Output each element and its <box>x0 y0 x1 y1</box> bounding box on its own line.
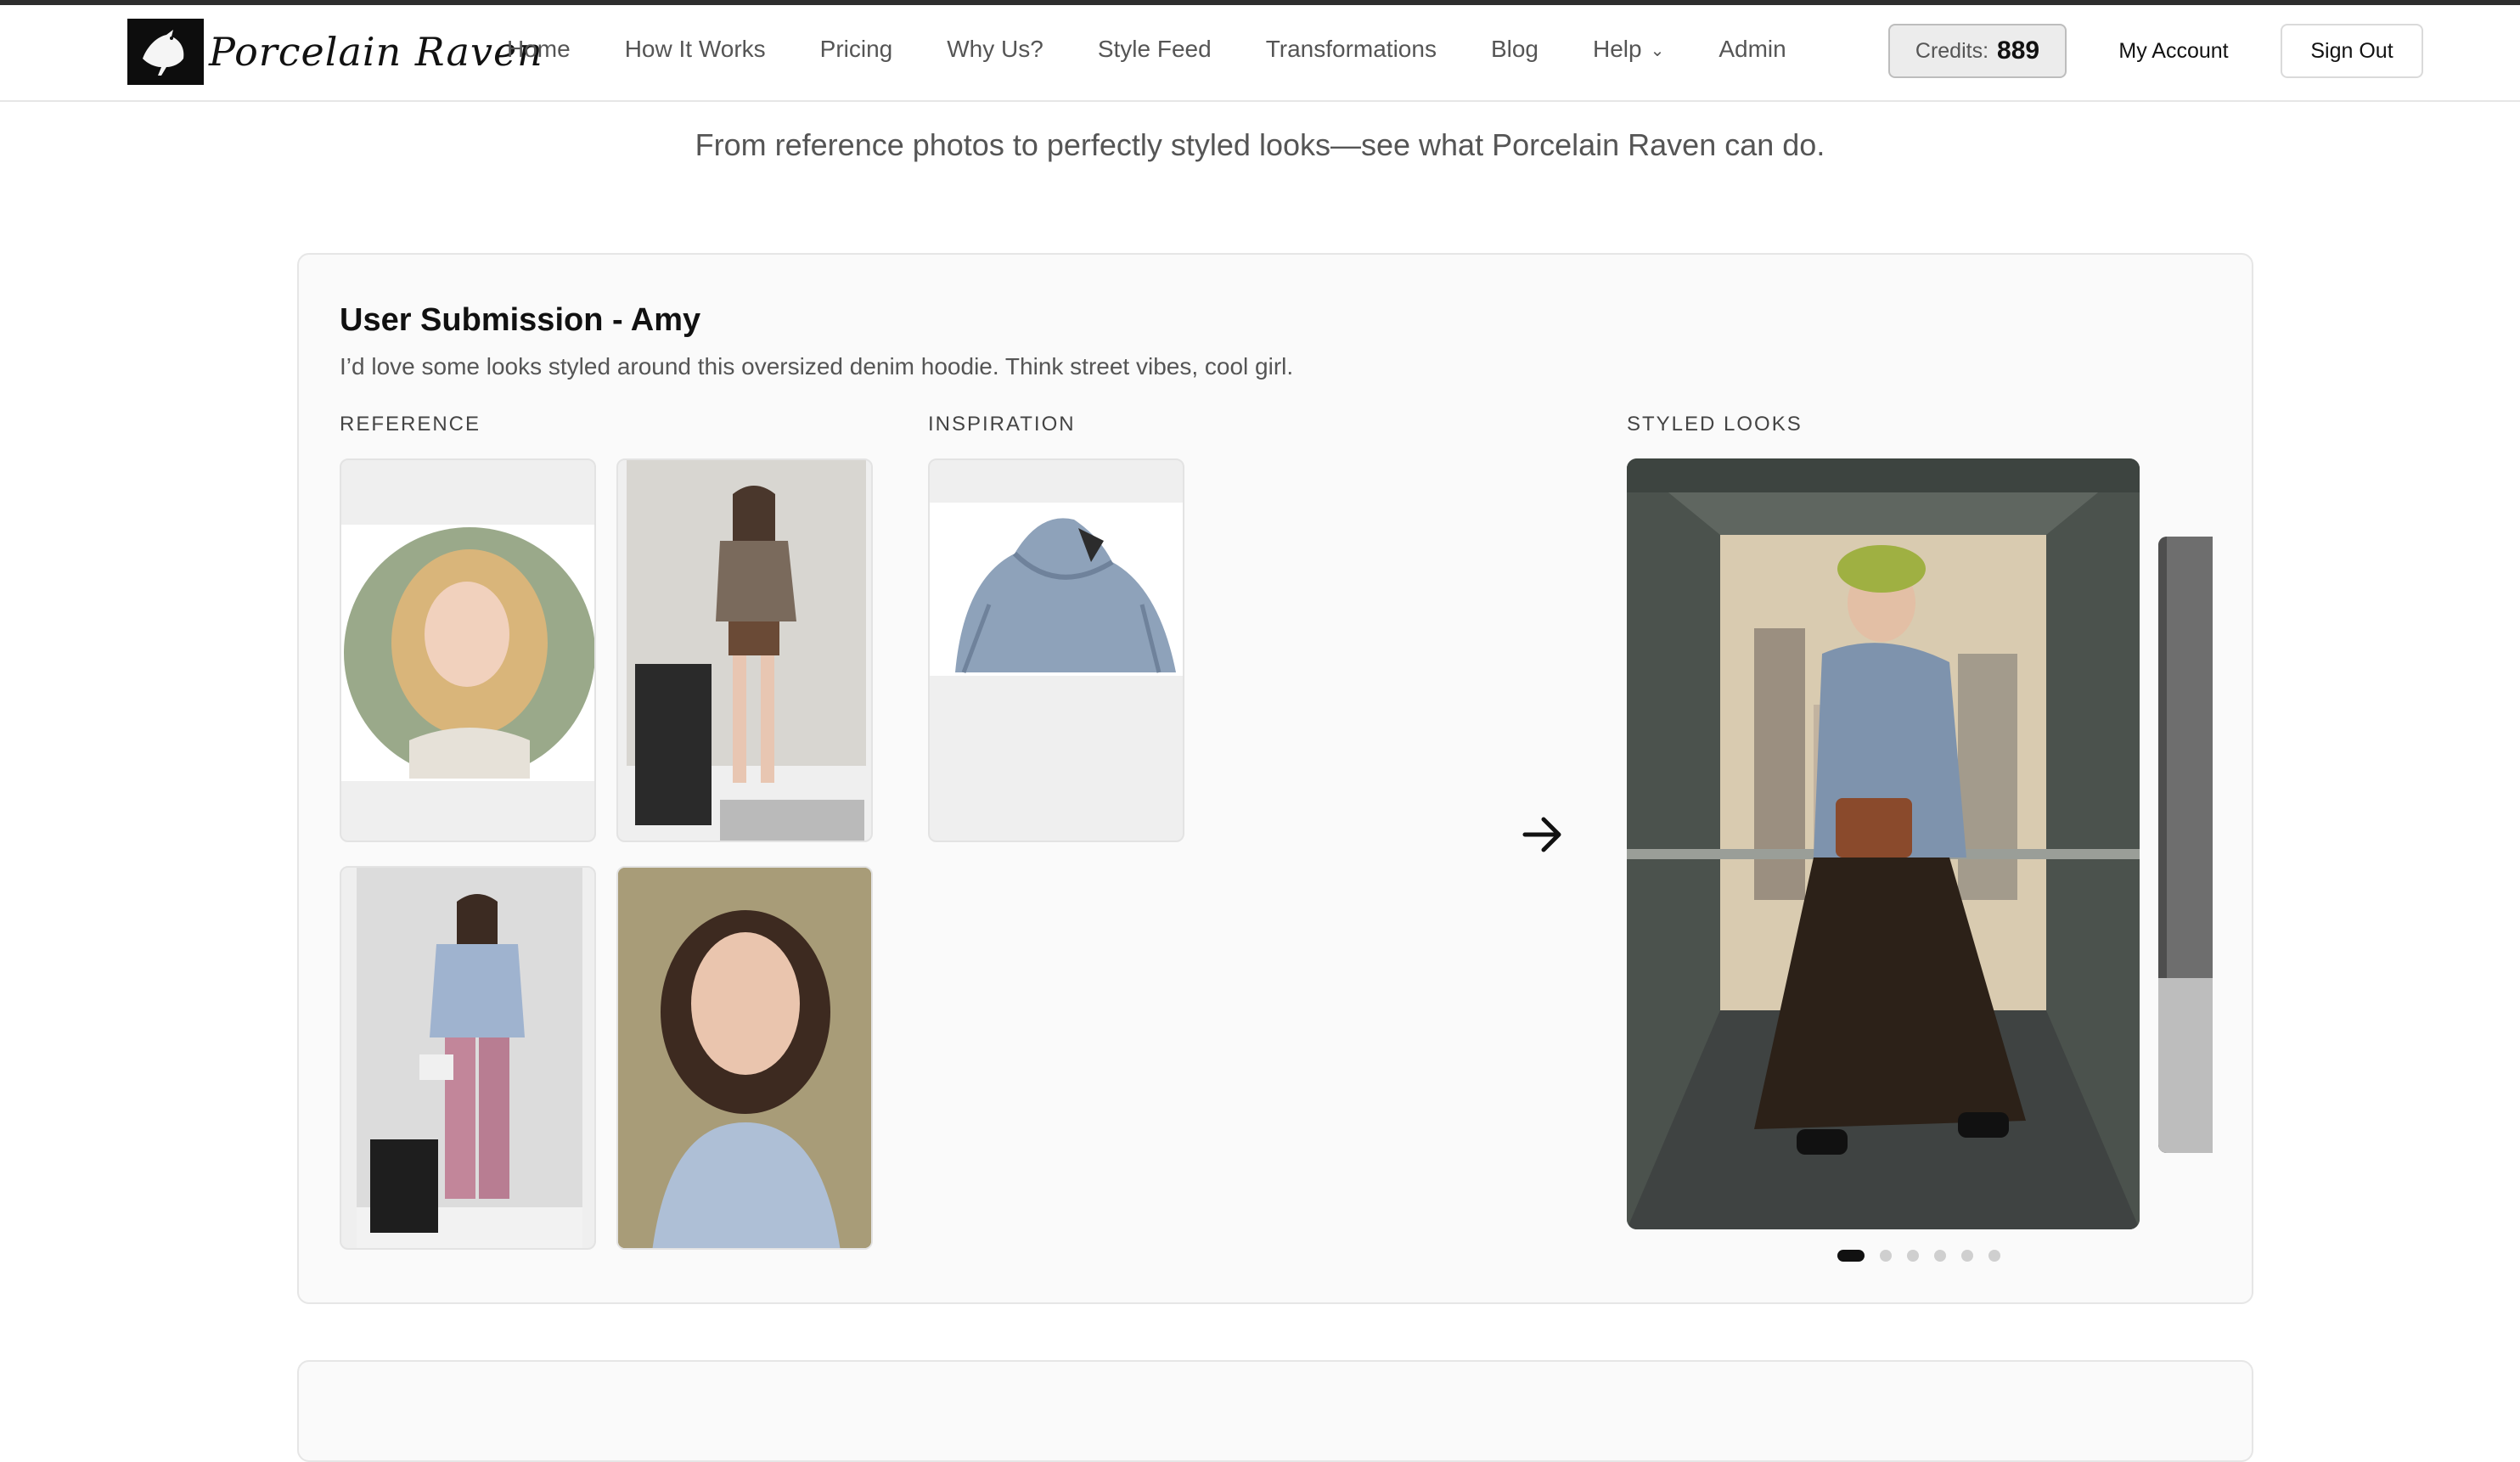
reference-photo-4[interactable] <box>616 866 873 1250</box>
carousel-dot-5[interactable] <box>1961 1250 1973 1262</box>
nav-style-feed[interactable]: Style Feed <box>1098 36 1212 63</box>
arrow-right-icon <box>1522 817 1561 852</box>
submission-description: I’d love some looks styled around this o… <box>340 353 1294 380</box>
reference-label: REFERENCE <box>340 413 481 436</box>
carousel-dot-1[interactable] <box>1837 1250 1865 1262</box>
sign-out-button[interactable]: Sign Out <box>2281 24 2423 78</box>
carousel-dot-3[interactable] <box>1907 1250 1919 1262</box>
my-account-button[interactable]: My Account <box>2097 24 2250 78</box>
styled-looks-label: STYLED LOOKS <box>1627 413 1803 436</box>
nav-why-us[interactable]: Why Us? <box>947 36 1043 63</box>
brand-logo[interactable]: Porcelain Raven <box>127 19 543 85</box>
raven-logo-icon <box>127 19 204 85</box>
reference-photo-1[interactable] <box>340 458 596 842</box>
nav-help[interactable]: Help ⌄ <box>1593 36 1664 63</box>
carousel-dot-4[interactable] <box>1934 1250 1946 1262</box>
nav-home[interactable]: Home <box>507 36 571 63</box>
nav-blog[interactable]: Blog <box>1491 36 1538 63</box>
reference-photo-2[interactable] <box>616 458 873 842</box>
submission-title: User Submission - Amy <box>340 302 701 338</box>
carousel-dot-2[interactable] <box>1880 1250 1892 1262</box>
next-submission-card <box>297 1360 2253 1462</box>
page-tagline: From reference photos to perfectly style… <box>695 127 1825 162</box>
nav-transformations[interactable]: Transformations <box>1266 36 1437 63</box>
next-styled-look-preview[interactable] <box>2158 537 2213 1153</box>
nav-help-label: Help <box>1592 36 1642 62</box>
inspiration-label: INSPIRATION <box>928 413 1076 436</box>
reference-photo-3[interactable] <box>340 866 596 1250</box>
credits-badge[interactable]: Credits: 889 <box>1888 24 2067 78</box>
nav-admin[interactable]: Admin <box>1718 36 1786 63</box>
inspiration-photo-1[interactable] <box>928 458 1184 842</box>
site-header: Porcelain Raven Home How It Works Pricin… <box>0 5 2520 102</box>
styled-look-image[interactable] <box>1627 458 2140 1229</box>
nav-pricing[interactable]: Pricing <box>820 36 893 63</box>
brand-name: Porcelain Raven <box>209 29 543 75</box>
credits-label: Credits: <box>1915 38 1989 63</box>
submission-card: User Submission - Amy I’d love some look… <box>297 253 2253 1304</box>
carousel-dots <box>1837 1250 2016 1262</box>
main-nav: Home How It Works Pricing Why Us? Style … <box>507 36 1841 63</box>
chevron-down-icon: ⌄ <box>1650 42 1665 61</box>
carousel-dot-6[interactable] <box>1988 1250 2000 1262</box>
nav-how-it-works[interactable]: How It Works <box>625 36 766 63</box>
credits-value: 889 <box>1997 37 2040 65</box>
